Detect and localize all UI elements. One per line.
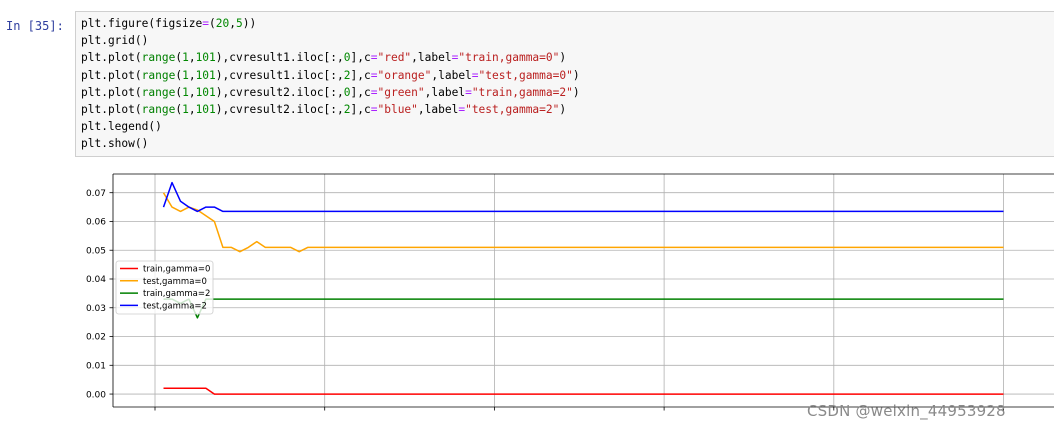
y-tick-label: 0.06 — [86, 218, 106, 228]
code-token: 101 — [195, 85, 216, 99]
y-tick-label: 0.05 — [86, 246, 106, 256]
code-token: 20 — [215, 17, 230, 30]
watermark: CSDN @weixin_44953928 — [807, 402, 1006, 420]
code-token: ) — [559, 103, 567, 117]
code-token: , — [188, 68, 196, 82]
code-line: plt.plot(range(1,101),cvresult1.iloc[:,2… — [81, 67, 580, 84]
y-tick-label: 0.00 — [86, 390, 106, 400]
code-line: plt.plot(range(1,101),cvresult2.iloc[:,0… — [81, 84, 580, 101]
plot-area — [113, 174, 1054, 407]
code-token: , — [188, 85, 196, 99]
code-token: plt.plot( — [81, 68, 142, 82]
code-token: range — [141, 85, 176, 99]
code-token: 1 — [182, 85, 189, 99]
code-token: ],c — [350, 85, 371, 99]
line-chart: 0.000.010.020.030.040.050.060.0702040608… — [86, 173, 1054, 411]
code-editor[interactable]: plt.figure(figsize=(20,5)) plt.grid() plt.… — [81, 15, 580, 153]
code-token: 2 — [343, 68, 351, 82]
y-tick-label: 0.07 — [86, 189, 106, 199]
code-token: "green" — [377, 85, 425, 99]
code-token: plt.show() — [81, 137, 149, 151]
code-token: 101 — [195, 68, 216, 82]
legend-label: train,gamma=0 — [143, 265, 210, 275]
code-token: ),cvresult2.iloc[:, — [215, 85, 344, 99]
code-token: , — [229, 17, 236, 30]
code-token: 0 — [343, 85, 351, 99]
code-token: range — [141, 103, 176, 117]
code-token: plt.legend() — [81, 120, 162, 134]
code-token: plt.grid() — [81, 34, 149, 48]
code-token: "red" — [377, 51, 412, 65]
code-token: plt.plot( — [81, 85, 142, 99]
code-token: range — [141, 68, 176, 82]
code-token: 1 — [182, 103, 189, 117]
code-token: "train,gamma=0" — [458, 51, 560, 65]
code-token: plt.plot( — [81, 51, 142, 65]
code-line: plt.figure(figsize=(20,5)) — [81, 15, 580, 32]
code-line: plt.plot(range(1,101),cvresult1.iloc[:,0… — [81, 49, 580, 66]
code-token: 1 — [182, 68, 189, 82]
legend-label: test,gamma=0 — [143, 277, 207, 287]
code-line: plt.show() — [81, 135, 580, 152]
code-token: 5 — [235, 17, 243, 30]
y-tick-label: 0.02 — [86, 333, 106, 343]
code-line: plt.plot(range(1,101),cvresult2.iloc[:,2… — [81, 101, 580, 118]
code-cell[interactable]: plt.figure(figsize=(20,5)) plt.grid() plt.… — [75, 11, 1054, 157]
code-token: = — [202, 17, 209, 30]
code-token: ,label — [424, 85, 466, 99]
code-token: 1 — [182, 51, 189, 65]
code-token: ],c — [350, 68, 371, 82]
code-token: ) — [559, 51, 567, 65]
code-token: = — [471, 68, 479, 82]
code-token: "blue" — [377, 103, 418, 117]
code-token: ),cvresult1.iloc[:, — [215, 68, 344, 82]
code-token: 0 — [343, 51, 351, 65]
code-token: ),cvresult1.iloc[:, — [215, 51, 344, 65]
legend-label: test,gamma=2 — [143, 301, 207, 311]
code-token: ,label — [411, 51, 452, 65]
y-tick-label: 0.04 — [86, 275, 106, 285]
code-token: ( — [209, 17, 216, 30]
input-prompt: In [35]: — [6, 19, 64, 33]
code-line: plt.grid() — [81, 32, 580, 49]
code-token: ],c — [350, 103, 371, 117]
code-token: , — [188, 51, 196, 65]
code-token: "train,gamma=2" — [471, 85, 573, 99]
code-token: 101 — [195, 103, 216, 117]
code-token: 2 — [343, 103, 351, 117]
code-token: ,label — [431, 68, 472, 82]
code-token: plt.figure(figsize — [81, 17, 203, 30]
code-line: plt.legend() — [81, 118, 580, 135]
code-token: ),cvresult2.iloc[:, — [215, 103, 344, 117]
code-token: )) — [242, 17, 257, 30]
code-token: 101 — [195, 51, 216, 65]
code-token: ,label — [417, 103, 459, 117]
code-token: "test,gamma=2" — [465, 103, 560, 117]
code-token: ) — [572, 85, 580, 99]
y-tick-label: 0.01 — [86, 361, 106, 371]
code-token: , — [188, 103, 196, 117]
code-token: "orange" — [377, 68, 432, 82]
legend-label: train,gamma=2 — [143, 289, 210, 299]
code-token: ) — [572, 68, 580, 82]
y-tick-label: 0.03 — [86, 304, 106, 314]
code-token: = — [465, 85, 472, 99]
code-token: plt.plot( — [81, 103, 142, 117]
code-token: range — [141, 51, 176, 65]
code-token: ],c — [350, 51, 371, 65]
code-token: "test,gamma=0" — [478, 68, 573, 82]
